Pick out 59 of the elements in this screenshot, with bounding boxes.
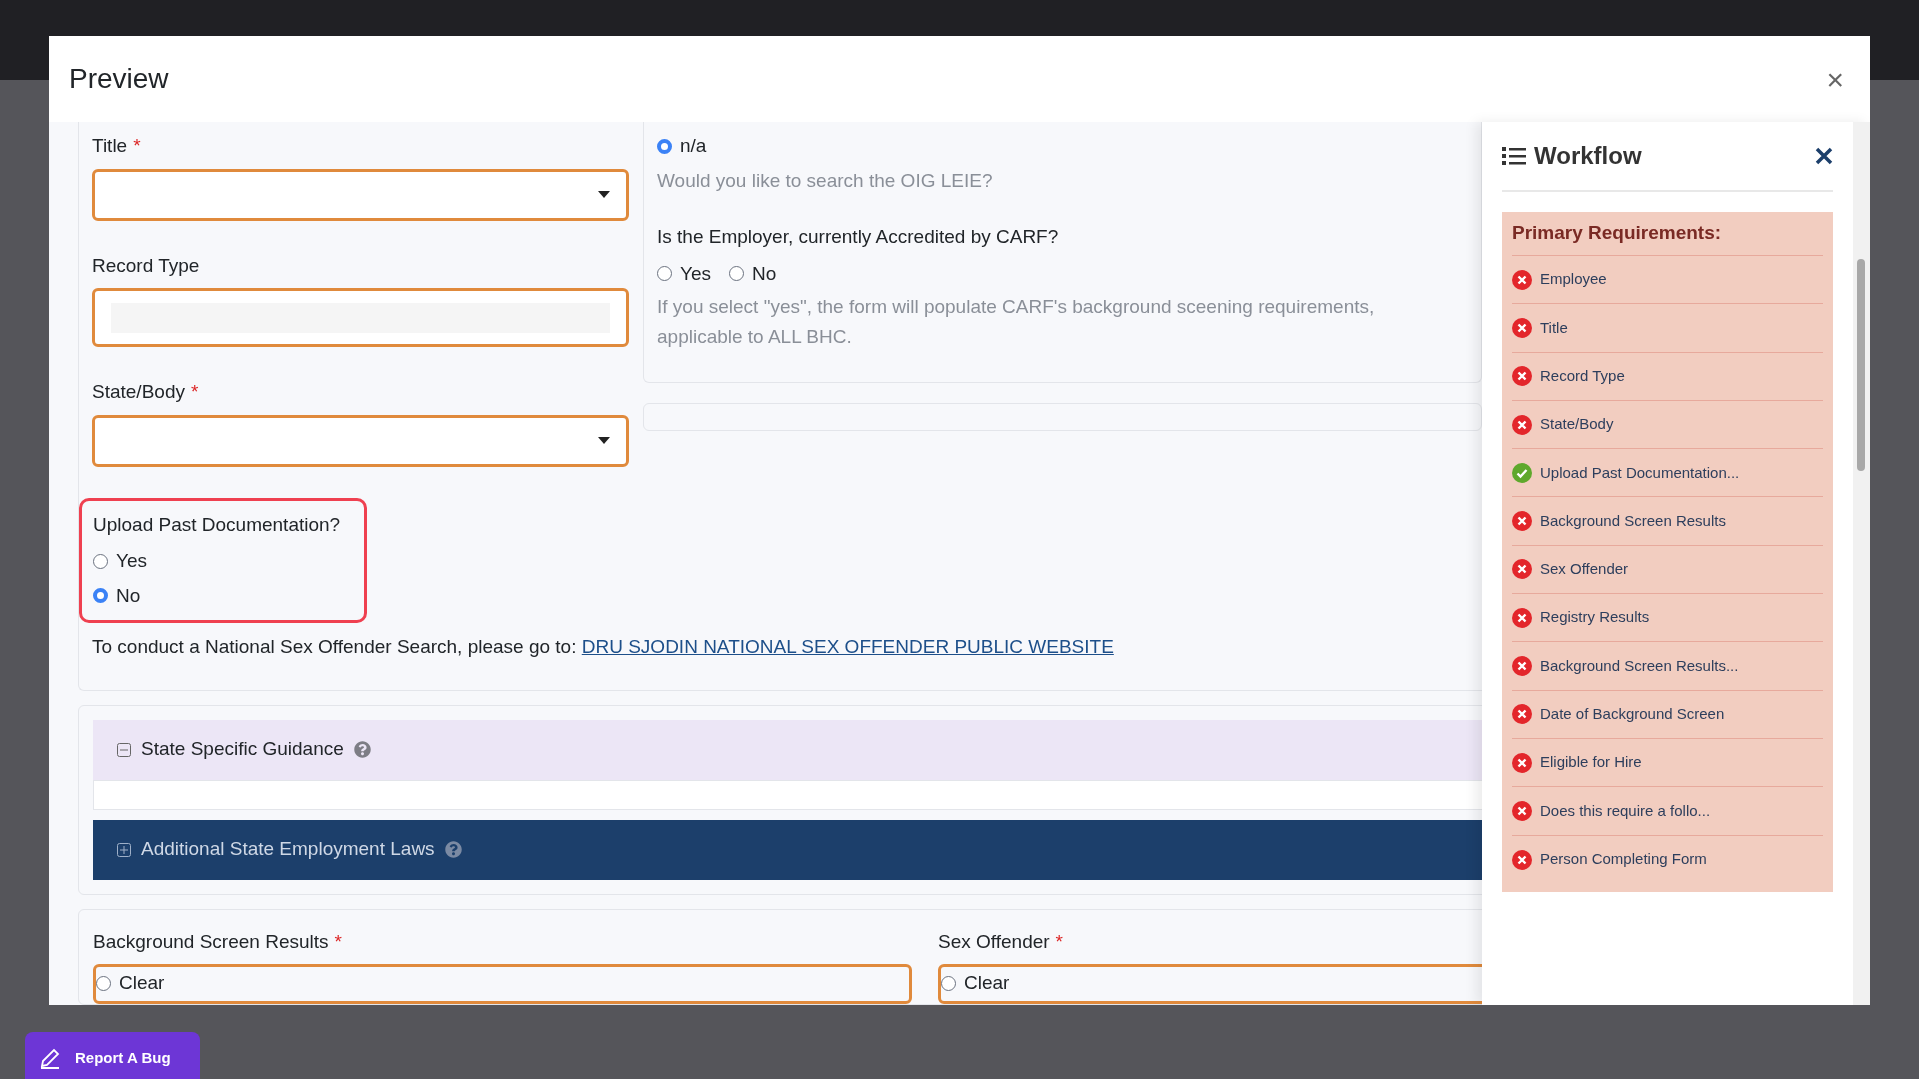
requirement-item[interactable]: Eligible for Hire <box>1512 738 1823 788</box>
pencil-icon <box>39 1047 61 1069</box>
requirement-item[interactable]: Background Screen Results... <box>1512 642 1823 691</box>
accordion-title: Additional State Employment Laws <box>141 837 435 862</box>
radio-option[interactable]: No <box>729 259 777 288</box>
requirement-item[interactable]: Employee <box>1512 256 1823 305</box>
instruction-text: To conduct a National Sex Offender Search, please go to: DRU SJODIN NATIONAL SEX OFFENDER PUBLIC WEBSITE <box>92 635 1115 659</box>
requirement-item[interactable]: Upload Past Documentation... <box>1512 449 1823 498</box>
question-label: Upload Past Documentation? <box>93 512 342 537</box>
plus-square-icon <box>117 842 131 857</box>
radio-button[interactable] <box>729 266 744 282</box>
field-label: Background Screen Results * <box>93 929 343 954</box>
hint-text: If you select "yes", the form will populate CARF's background sceening requirements, applicable to ALL BHC. <box>657 295 1376 349</box>
accordion-header[interactable]: Additional State Employment Laws <box>93 819 1482 880</box>
radio-option[interactable]: No <box>93 581 353 610</box>
radio-button[interactable] <box>941 975 956 991</box>
hint-text: Would you like to search the OIG LEIE? <box>657 168 994 193</box>
minus-square-icon <box>117 742 131 757</box>
requirement-item[interactable]: State/Body <box>1512 400 1823 450</box>
radio-option[interactable]: Clear <box>941 969 1482 998</box>
close-icon[interactable] <box>1815 147 1833 165</box>
radio-option[interactable]: Clear <box>96 969 909 998</box>
modal-title: Preview <box>69 62 169 96</box>
accordion-header[interactable]: State Specific Guidance <box>93 719 1482 780</box>
radio-button[interactable] <box>657 266 672 282</box>
field-label: State/Body * <box>92 380 200 404</box>
list-icon <box>1502 146 1526 166</box>
requirement-item[interactable]: Title <box>1512 304 1823 353</box>
radio-option[interactable]: Yes <box>657 259 711 288</box>
input-field[interactable] <box>92 288 629 347</box>
radio-button[interactable] <box>657 138 672 154</box>
requirement-item[interactable]: Background Screen Results <box>1512 497 1823 546</box>
close-button[interactable]: × <box>1820 56 1850 102</box>
requirement-item[interactable]: Record Type <box>1512 352 1823 401</box>
requirement-item[interactable]: Person Completing Form <box>1512 835 1823 884</box>
select-field[interactable] <box>92 414 629 467</box>
workflow-title: Workflow <box>1534 141 1642 171</box>
field-label: Sex Offender * <box>938 929 1064 954</box>
section-title: Primary Requirements: <box>1512 212 1823 256</box>
requirement-item[interactable]: Does this require a follo... <box>1512 787 1823 836</box>
help-icon <box>444 841 462 858</box>
radio-button[interactable] <box>93 553 108 569</box>
requirement-item[interactable]: Date of Background Screen <box>1512 690 1823 739</box>
requirement-item[interactable]: Sex Offender <box>1512 545 1823 595</box>
help-icon <box>353 741 371 758</box>
select-field[interactable] <box>92 168 629 221</box>
website-link[interactable]: DRU SJODIN NATIONAL SEX OFFENDER PUBLIC WEBSITE <box>581 636 1114 657</box>
requirement-item[interactable]: Registry Results <box>1512 594 1823 643</box>
report-bug-button[interactable]: Report A Bug <box>25 1032 200 1079</box>
field-label: Record Type <box>92 253 201 278</box>
radio-button[interactable] <box>96 975 111 991</box>
radio-option[interactable]: Yes <box>93 547 353 576</box>
question-label: Is the Employer, currently Accredited by CARF? <box>657 225 1060 249</box>
radio-option[interactable]: n/a <box>657 132 1468 161</box>
caret-icon <box>598 191 610 198</box>
field-label: Title * <box>92 134 142 158</box>
accordion-title: State Specific Guidance <box>141 737 344 762</box>
radio-button[interactable] <box>93 588 108 604</box>
caret-icon <box>598 437 610 444</box>
